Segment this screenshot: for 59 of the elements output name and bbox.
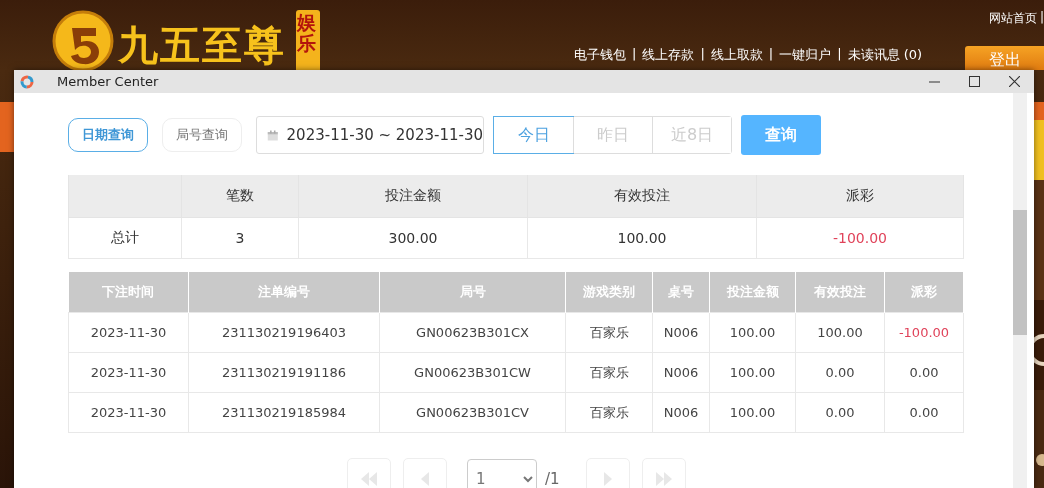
page-total: /1 bbox=[545, 470, 560, 488]
app-icon bbox=[20, 74, 34, 89]
table-cell: 3 bbox=[181, 217, 299, 259]
table-cell: 0.00 bbox=[795, 352, 885, 393]
row-label: 总计 bbox=[68, 217, 182, 259]
separator: | bbox=[768, 46, 774, 63]
table-cell: 231130219185984 bbox=[188, 392, 380, 433]
logout-button[interactable]: 登出 bbox=[965, 46, 1044, 70]
column-header: 有效投注 bbox=[527, 175, 757, 218]
nav-link[interactable]: 未读讯息 (0) bbox=[847, 46, 923, 64]
close-icon bbox=[1008, 76, 1020, 87]
table-cell: N006 bbox=[652, 392, 710, 433]
window-title: Member Center bbox=[57, 74, 160, 89]
table-cell: GN00623B301CV bbox=[379, 392, 566, 433]
table-cell: N006 bbox=[652, 352, 710, 393]
logo-icon bbox=[52, 10, 114, 72]
scrollbar-thumb[interactable] bbox=[1013, 210, 1027, 335]
separator: | bbox=[700, 46, 705, 63]
logo-text: 九五至尊 bbox=[118, 20, 286, 70]
nav-link[interactable]: 线上取款 bbox=[710, 46, 763, 64]
nav-link[interactable]: 电子钱包 bbox=[574, 46, 626, 64]
table-cell: 100.00 bbox=[709, 312, 796, 353]
date-preset-tab[interactable]: 今日 bbox=[494, 117, 573, 153]
table-cell: 2023-11-30 bbox=[68, 352, 189, 393]
home-link[interactable]: 网站首页 bbox=[988, 10, 1037, 27]
nav-link[interactable]: 线上存款 bbox=[642, 46, 695, 64]
table-cell: 100.00 bbox=[795, 312, 885, 353]
query-tab[interactable]: 日期查询 bbox=[68, 118, 148, 152]
table-cell: 231130219196403 bbox=[188, 312, 380, 353]
table-cell: 百家乐 bbox=[565, 392, 653, 433]
table-cell: GN00623B301CX bbox=[379, 312, 566, 353]
maximize-icon bbox=[968, 76, 980, 87]
table-cell: 231130219191186 bbox=[188, 352, 380, 393]
separator: | bbox=[632, 46, 637, 63]
table-cell: 0.00 bbox=[884, 352, 964, 393]
table-cell: 100.00 bbox=[709, 352, 796, 393]
separator: | bbox=[837, 46, 842, 63]
table-cell: -100.00 bbox=[884, 312, 964, 353]
table-cell: 100.00 bbox=[527, 217, 757, 259]
table-cell: N006 bbox=[652, 312, 710, 353]
table-cell: GN00623B301CW bbox=[379, 352, 566, 393]
column-header: 笔数 bbox=[181, 175, 299, 218]
table-cell: 300.00 bbox=[298, 217, 528, 259]
column-header: 派彩 bbox=[756, 175, 964, 218]
table-cell: -100.00 bbox=[756, 217, 964, 259]
table-cell: 0.00 bbox=[884, 392, 964, 433]
scrollbar[interactable] bbox=[1013, 93, 1027, 488]
separator: | bbox=[1039, 10, 1044, 26]
table-cell: 0.00 bbox=[795, 392, 885, 433]
table-cell: 2023-11-30 bbox=[68, 312, 189, 353]
table-cell: 百家乐 bbox=[565, 352, 653, 393]
table-cell: 100.00 bbox=[709, 392, 796, 433]
date-range-field[interactable]: 2023-11-30 ~ 2023-11-30 bbox=[256, 116, 484, 154]
nav-link[interactable]: 一键归户 bbox=[779, 46, 832, 64]
calendar-icon bbox=[267, 127, 279, 143]
table-cell: 2023-11-30 bbox=[68, 392, 189, 433]
table-cell: 百家乐 bbox=[565, 312, 653, 353]
column-header: 投注金额 bbox=[298, 175, 528, 218]
query-tab[interactable]: 局号查询 bbox=[162, 118, 242, 152]
